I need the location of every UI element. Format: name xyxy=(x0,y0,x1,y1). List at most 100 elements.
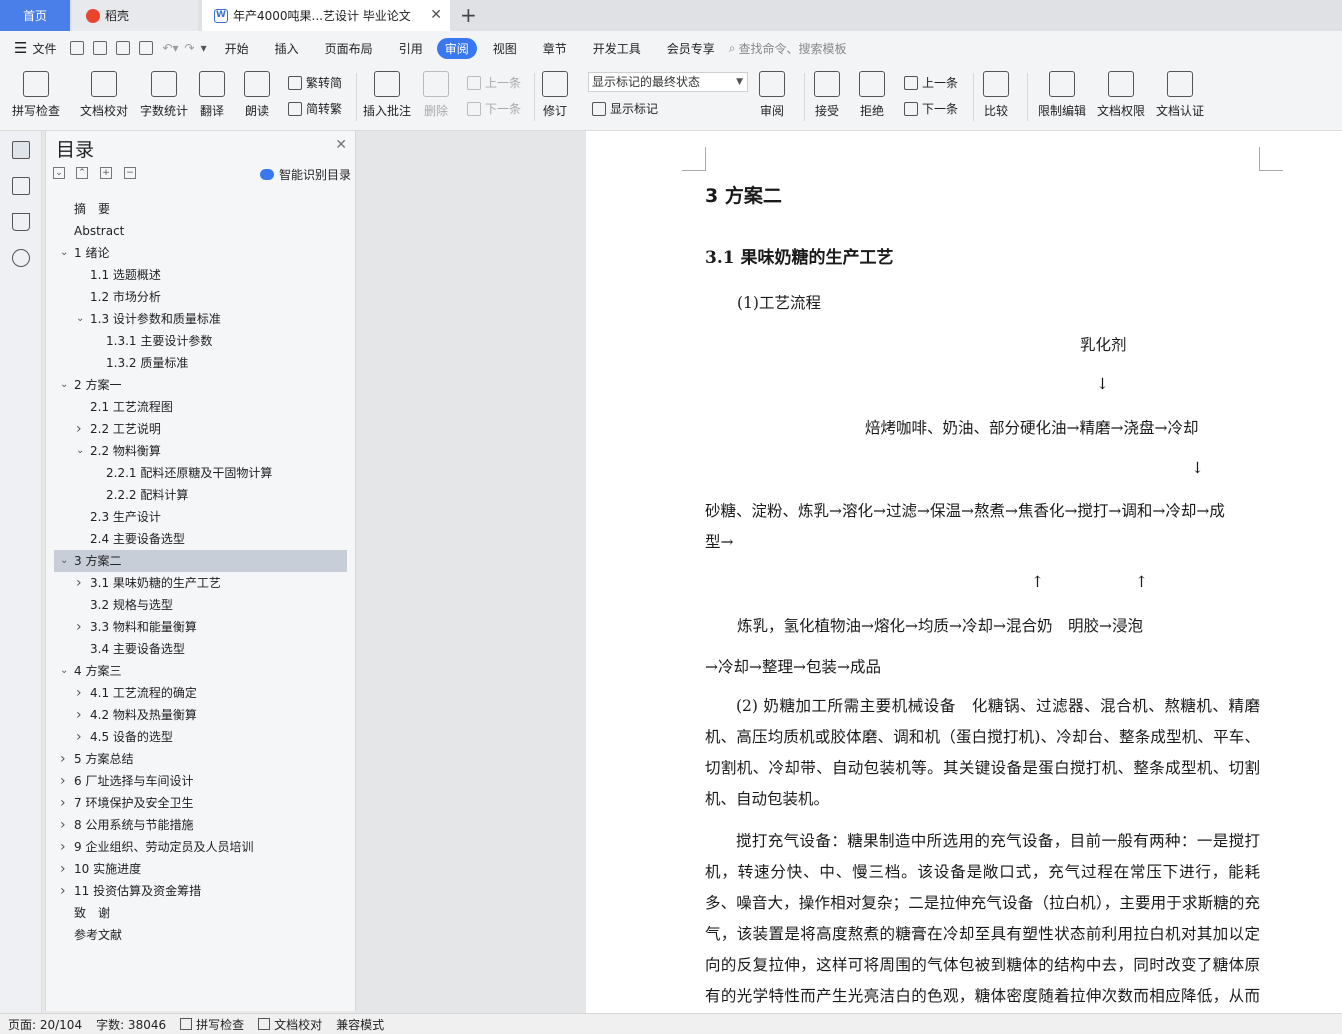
chevron-down-icon[interactable]: ⌄ xyxy=(76,308,84,330)
chevron-right-icon[interactable]: › xyxy=(76,418,82,440)
menu-insert[interactable]: 插入 xyxy=(275,40,299,57)
chevron-down-icon[interactable]: ⌄ xyxy=(60,660,68,682)
document-page[interactable]: 3 方案二 3.1 果味奶糖的生产工艺 (1)工艺流程 乳化剂 ↓ 焙烤咖啡、奶… xyxy=(586,131,1342,1034)
chevron-right-icon[interactable]: › xyxy=(76,616,82,638)
toc-item[interactable]: 3.2 规格与选型 xyxy=(46,594,356,616)
chevron-right-icon[interactable]: › xyxy=(76,682,82,704)
chevron-right-icon[interactable]: › xyxy=(60,836,66,858)
quick-access-dropdown-icon[interactable]: ▾ xyxy=(201,41,207,55)
undo-icon[interactable]: ↶▾ xyxy=(162,41,178,55)
toc-item[interactable]: › 8 公用系统与节能措施 xyxy=(46,814,356,836)
tab-daoke[interactable]: 稻壳 xyxy=(72,0,198,31)
toc-item[interactable]: ⌄ 1.3 设计参数和质量标准 xyxy=(46,308,356,330)
show-markup-button[interactable]: 显示标记 xyxy=(592,100,658,117)
toc-item[interactable]: 2.2.1 配料还原糖及干固物计算 xyxy=(46,462,356,484)
next-comment-button[interactable]: 下一条 xyxy=(467,100,521,117)
menu-developer[interactable]: 开发工具 xyxy=(593,40,641,57)
doc-permission-button[interactable]: 文档权限 xyxy=(1097,71,1145,119)
print-preview-icon[interactable] xyxy=(139,41,154,55)
accept-button[interactable]: 接受 xyxy=(814,71,840,119)
doc-cert-button[interactable]: 文档认证 xyxy=(1156,71,1204,119)
restrict-edit-button[interactable]: 限制编辑 xyxy=(1038,71,1086,119)
toc-item[interactable]: 1.3.2 质量标准 xyxy=(46,352,356,374)
toc-item[interactable]: 2.4 主要设备选型 xyxy=(46,528,356,550)
delete-comment-button[interactable]: 删除 xyxy=(423,71,449,119)
word-count-indicator[interactable]: 字数: 38046 xyxy=(96,1016,166,1033)
trad-to-simp-button[interactable]: 繁转简 xyxy=(288,74,342,91)
remove-heading-icon[interactable]: − xyxy=(124,167,136,179)
toc-item[interactable]: › 10 实施进度 xyxy=(46,858,356,880)
menu-start[interactable]: 开始 xyxy=(225,40,249,57)
prev-comment-button[interactable]: 上一条 xyxy=(467,74,521,91)
doc-proofread-button[interactable]: 文档校对 xyxy=(80,71,128,119)
toc-item[interactable]: › 3.3 物料和能量衡算 xyxy=(46,616,356,638)
translate-button[interactable]: 翻译 xyxy=(199,71,225,119)
toc-item[interactable]: 1.1 选题概述 xyxy=(46,264,356,286)
chevron-right-icon[interactable]: › xyxy=(76,726,82,748)
chevron-down-icon[interactable]: ⌄ xyxy=(60,550,68,572)
chevron-right-icon[interactable]: › xyxy=(60,880,66,902)
tab-document[interactable]: W 年产4000吨果...艺设计 毕业论文 ✕ xyxy=(202,0,450,31)
menu-references[interactable]: 引用 xyxy=(399,40,423,57)
toc-item[interactable]: ⌄ 1 绪论 xyxy=(46,242,356,264)
toc-item[interactable]: 2.2.2 配料计算 xyxy=(46,484,356,506)
toc-item[interactable]: › 7 环境保护及安全卫生 xyxy=(46,792,356,814)
toc-item[interactable]: 2.1 工艺流程图 xyxy=(46,396,356,418)
chevron-down-icon[interactable]: ⌄ xyxy=(76,440,84,462)
prev-change-button[interactable]: 上一条 xyxy=(904,74,958,91)
compare-button[interactable]: 比较 xyxy=(983,71,1009,119)
toc-item[interactable]: ⌄ 2 方案一 xyxy=(46,374,356,396)
toc-item[interactable]: ⌄ 2.2 物料衡算 xyxy=(46,440,356,462)
chapter-nav-icon[interactable] xyxy=(12,177,30,195)
toc-item[interactable]: 1.2 市场分析 xyxy=(46,286,356,308)
toc-item[interactable]: 摘 要 xyxy=(46,198,356,220)
add-heading-icon[interactable]: + xyxy=(100,167,112,179)
toc-item[interactable]: 参考文献 xyxy=(46,924,356,946)
menu-view[interactable]: 视图 xyxy=(493,40,517,57)
format-painter-icon[interactable] xyxy=(93,41,108,55)
status-spell-check[interactable]: 拼写检查 xyxy=(180,1016,244,1033)
toc-item[interactable]: › 2.2 工艺说明 xyxy=(46,418,356,440)
toc-item[interactable]: › 4.2 物料及热量衡算 xyxy=(46,704,356,726)
hamburger-icon[interactable]: ☰ xyxy=(14,39,27,57)
chevron-right-icon[interactable]: › xyxy=(60,858,66,880)
chevron-right-icon[interactable]: › xyxy=(60,748,66,770)
toc-icon[interactable] xyxy=(12,141,30,159)
next-change-button[interactable]: 下一条 xyxy=(904,100,958,117)
simp-to-trad-button[interactable]: 简转繁 xyxy=(288,100,342,117)
toc-item[interactable]: › 11 投资估算及资金筹措 xyxy=(46,880,356,902)
save-icon[interactable] xyxy=(70,41,85,55)
toc-item[interactable]: › 4.1 工艺流程的确定 xyxy=(46,682,356,704)
print-icon[interactable] xyxy=(116,41,131,55)
close-icon[interactable]: ✕ xyxy=(335,137,347,153)
toc-item[interactable]: 2.3 生产设计 xyxy=(46,506,356,528)
menu-member[interactable]: 会员专享 xyxy=(667,40,715,57)
expand-all-icon[interactable]: ⌄ xyxy=(53,167,65,179)
redo-icon[interactable]: ↷ xyxy=(185,41,195,55)
new-tab-icon[interactable]: + xyxy=(460,3,477,27)
menu-chapter[interactable]: 章节 xyxy=(543,40,567,57)
reject-button[interactable]: 拒绝 xyxy=(859,71,885,119)
track-changes-button[interactable]: 修订 xyxy=(542,71,568,119)
search-icon[interactable] xyxy=(12,249,30,267)
review-pane-button[interactable]: 审阅 xyxy=(759,71,785,119)
tab-home[interactable]: 首页 xyxy=(0,0,70,31)
toc-item[interactable]: › 4.5 设备的选型 xyxy=(46,726,356,748)
word-count-button[interactable]: 字数统计 xyxy=(140,71,188,119)
toc-item[interactable]: ⌄ 4 方案三 xyxy=(46,660,356,682)
menu-review[interactable]: 审阅 xyxy=(436,37,477,59)
toc-item[interactable]: › 9 企业组织、劳动定员及人员培训 xyxy=(46,836,356,858)
toc-item[interactable]: 1.3.1 主要设计参数 xyxy=(46,330,356,352)
spell-check-button[interactable]: 拼写检查 xyxy=(12,71,60,119)
toc-item[interactable]: Abstract xyxy=(46,220,356,242)
toc-item[interactable]: 致 谢 xyxy=(46,902,356,924)
markup-state-select[interactable]: 显示标记的最终状态 ▼ xyxy=(588,72,748,92)
collapse-all-icon[interactable]: ⌃ xyxy=(76,167,88,179)
menu-file[interactable]: 文件 xyxy=(32,40,56,57)
close-icon[interactable]: ✕ xyxy=(430,7,442,23)
smart-toc-button[interactable]: 智能识别目录 xyxy=(260,166,351,183)
command-search[interactable]: ⌕ 查找命令、搜索模板 xyxy=(729,40,847,57)
toc-item[interactable]: ⌄ 3 方案二 xyxy=(54,550,347,572)
toc-item[interactable]: › 6 厂址选择与车间设计 xyxy=(46,770,356,792)
insert-comment-button[interactable]: 插入批注 xyxy=(363,71,411,119)
